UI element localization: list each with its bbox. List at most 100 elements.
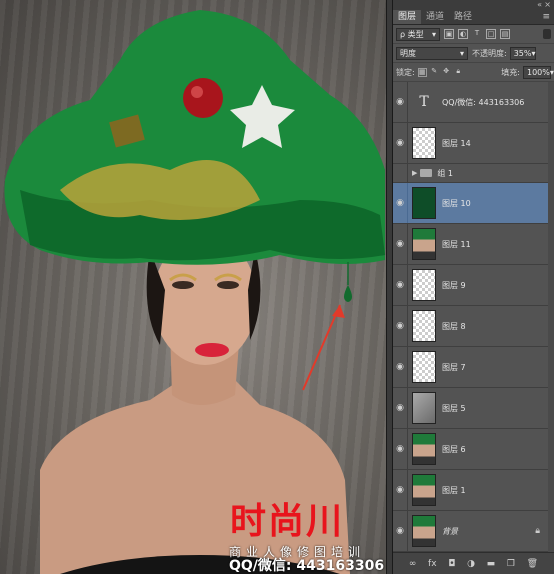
shape-filter-icon[interactable]: □ — [486, 29, 496, 39]
image-filter-icon[interactable]: ▣ — [444, 29, 454, 39]
fx-icon[interactable]: fx — [428, 559, 437, 569]
layers-bottom-toolbar: ∞ fx ◘ ◑ ▬ ❐ 🗑︎ — [393, 552, 554, 574]
layer-name: 图层 6 — [442, 444, 466, 454]
blend-mode-value: 明度 — [400, 48, 416, 58]
layer-thumbnail — [412, 474, 436, 506]
layer-thumbnail — [412, 515, 436, 547]
document-canvas[interactable]: 时尚川 商业人像修图培训 QQ/微信: 443163306 — [0, 0, 386, 574]
layer-row[interactable]: ◉ 图层 8 — [393, 306, 554, 347]
layer-row-selected[interactable]: ◉ 图层 10 — [393, 183, 554, 224]
new-layer-icon[interactable]: ❐ — [507, 559, 515, 569]
layer-filter-select[interactable]: ρ 类型 ▾ — [396, 27, 440, 41]
layer-thumbnail — [412, 433, 436, 465]
chevron-down-icon: ▾ — [549, 67, 554, 77]
folder-icon[interactable]: ▬ — [487, 559, 496, 569]
lock-transparent-icon[interactable]: ▦ — [417, 67, 427, 77]
layers-scrollbar[interactable] — [548, 82, 554, 552]
filter-type-label: ρ 类型 — [400, 29, 424, 39]
chevron-down-icon: ▾ — [531, 48, 536, 58]
close-icon[interactable]: × — [544, 0, 551, 10]
adjustment-icon[interactable]: ◑ — [467, 559, 475, 569]
smart-object-filter-icon[interactable]: ▤ — [500, 29, 510, 39]
layer-row[interactable]: ◉ 图层 1 — [393, 470, 554, 511]
tab-channels[interactable]: 通道 — [421, 10, 449, 24]
watermark-subtitle: 商业人像修图培训 — [229, 545, 366, 559]
trash-icon[interactable]: 🗑︎ — [527, 559, 538, 569]
layer-name: 图层 1 — [442, 485, 466, 495]
lock-label: 锁定: — [396, 67, 415, 77]
filter-row: ρ 类型 ▾ ▣ ◐ T □ ▤ — [393, 25, 554, 44]
panel-title-strip: « × — [393, 0, 554, 10]
layer-thumbnail — [412, 392, 436, 424]
panel-tabs: 图层 通道 路径 ≡ — [393, 10, 554, 25]
layer-row[interactable]: ◉ 图层 14 — [393, 123, 554, 164]
layer-row-background[interactable]: ◉ 背景 🔒︎ — [393, 511, 554, 552]
hair-right — [248, 250, 261, 340]
layer-row[interactable]: ◉ 图层 9 — [393, 265, 554, 306]
adjustment-filter-icon[interactable]: ◐ — [458, 29, 468, 39]
chevron-down-icon: ▾ — [431, 29, 436, 39]
layer-name: 图层 10 — [442, 198, 471, 208]
lips — [195, 343, 229, 357]
fill-value: 100% — [527, 67, 550, 77]
lock-row: 锁定: ▦ ✎ ✥ 🔒︎ 填充: 100% ▾ — [393, 63, 554, 82]
visibility-eye-icon[interactable]: ◉ — [393, 485, 407, 495]
layer-name: 图层 8 — [442, 321, 466, 331]
layer-thumbnail — [412, 269, 436, 301]
right-eye — [217, 281, 239, 289]
watermark-contact: QQ/微信: 443163306 — [229, 558, 385, 574]
layer-row[interactable]: ◉ 图层 7 — [393, 347, 554, 388]
filter-toggle[interactable] — [543, 29, 551, 39]
visibility-eye-icon[interactable]: ◉ — [393, 526, 407, 536]
text-filter-icon[interactable]: T — [472, 29, 482, 39]
panel-menu-icon[interactable]: ≡ — [542, 10, 550, 24]
layer-row[interactable]: ◉ T QQ/微信: 443163306 — [393, 82, 554, 123]
hanging-leaf — [344, 285, 352, 302]
portrait-photo — [4, 10, 385, 574]
visibility-eye-icon[interactable]: ◉ — [393, 444, 407, 454]
layer-row[interactable]: ◉ 图层 11 — [393, 224, 554, 265]
tab-paths[interactable]: 路径 — [449, 10, 477, 24]
visibility-eye-icon[interactable]: ◉ — [393, 362, 407, 372]
layer-name: 图层 9 — [442, 280, 466, 290]
visibility-eye-icon[interactable]: ◉ — [393, 239, 407, 249]
layers-list: ◉ T QQ/微信: 443163306 ◉ 图层 14 ▶ 组 1 ◉ 图层 … — [393, 82, 554, 552]
expand-arrow-icon[interactable]: ▶ — [412, 169, 417, 177]
mask-icon[interactable]: ◘ — [448, 559, 455, 569]
layer-row[interactable]: ◉ 图层 5 — [393, 388, 554, 429]
collapse-icon[interactable]: « — [537, 0, 542, 10]
text-layer-icon: T — [419, 94, 429, 110]
opacity-label: 不透明度: — [472, 48, 507, 58]
fill-input[interactable]: 100% ▾ — [523, 65, 554, 79]
visibility-eye-icon[interactable]: ◉ — [393, 97, 407, 107]
layer-thumbnail — [412, 127, 436, 159]
layer-thumbnail — [412, 187, 436, 219]
tab-layers[interactable]: 图层 — [393, 10, 422, 24]
layer-name: QQ/微信: 443163306 — [442, 97, 525, 107]
layer-name: 背景 — [442, 526, 458, 536]
annotation-arrow — [302, 304, 341, 391]
opacity-value: 35% — [513, 48, 532, 58]
link-icon[interactable]: ∞ — [409, 559, 417, 569]
visibility-eye-icon[interactable]: ◉ — [393, 321, 407, 331]
opacity-input[interactable]: 35% ▾ — [509, 46, 536, 60]
visibility-eye-icon[interactable]: ◉ — [393, 138, 407, 148]
red-ornament — [183, 78, 223, 118]
visibility-eye-icon[interactable]: ◉ — [393, 198, 407, 208]
lock-all-icon[interactable]: 🔒︎ — [454, 67, 463, 77]
layer-row[interactable]: ◉ 图层 6 — [393, 429, 554, 470]
lock-pixels-icon[interactable]: ✎ — [430, 67, 439, 77]
layers-panel: « × 图层 通道 路径 ≡ ρ 类型 ▾ ▣ ◐ T □ ▤ 明度 ▾ 不透明度:… — [393, 0, 554, 574]
layer-name: 组 1 — [437, 168, 454, 178]
visibility-eye-icon[interactable]: ◉ — [393, 403, 407, 413]
panel-divider[interactable] — [386, 0, 393, 574]
layer-thumbnail — [412, 228, 436, 260]
layer-name: 图层 7 — [442, 362, 466, 372]
layer-name: 图层 11 — [442, 239, 471, 249]
blend-mode-select[interactable]: 明度 ▾ — [396, 46, 468, 60]
lock-position-icon[interactable]: ✥ — [442, 67, 451, 77]
chevron-down-icon: ▾ — [459, 48, 464, 58]
layer-group-row[interactable]: ▶ 组 1 — [393, 164, 554, 183]
left-eye — [172, 281, 194, 289]
visibility-eye-icon[interactable]: ◉ — [393, 280, 407, 290]
